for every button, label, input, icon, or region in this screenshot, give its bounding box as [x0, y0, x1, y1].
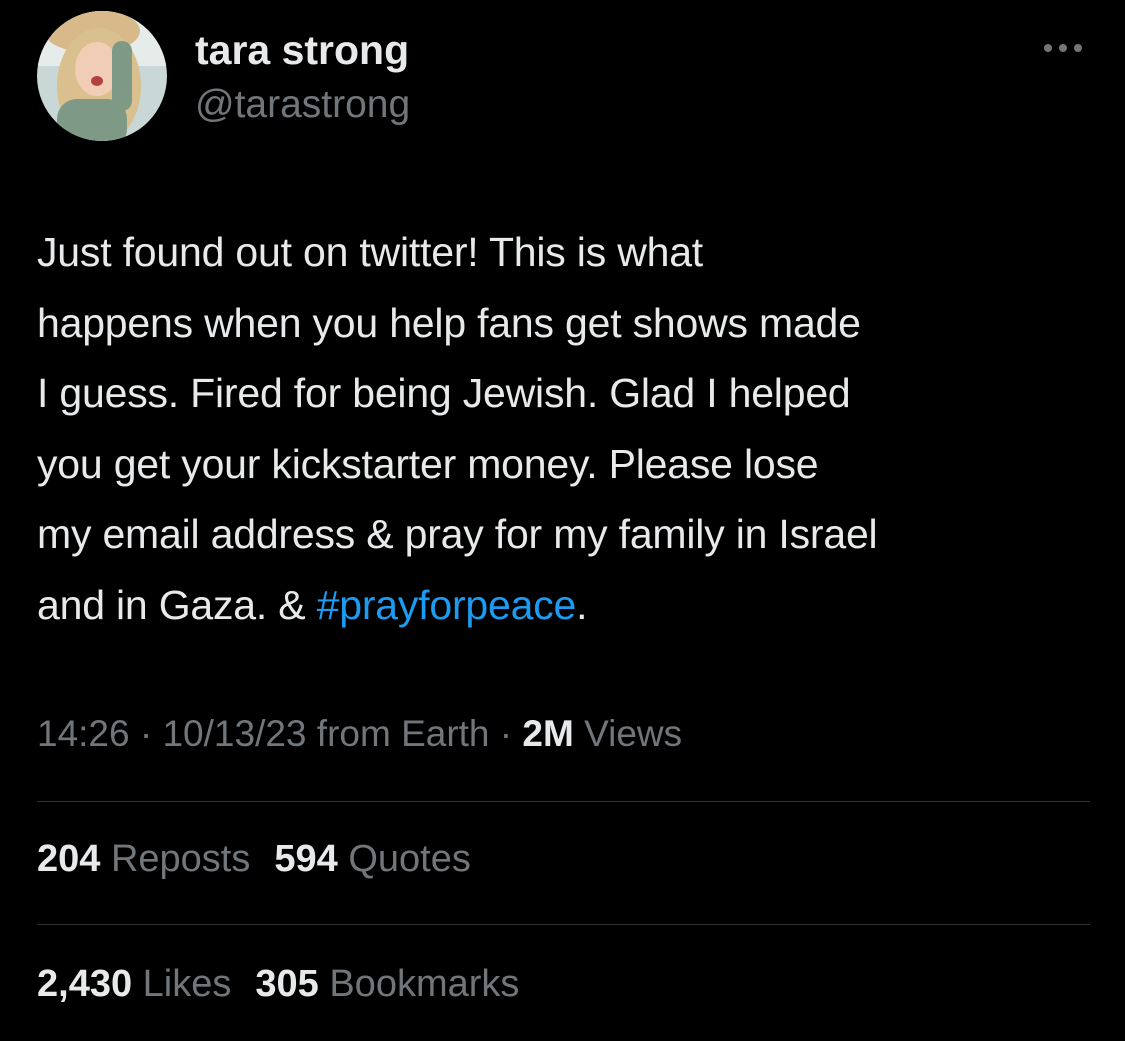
meta-separator: ·	[489, 713, 523, 754]
avatar-image	[37, 11, 167, 141]
tweet-body: Just found out on twitter! This is what …	[37, 229, 878, 628]
tweet-source: from Earth	[306, 713, 490, 754]
display-name[interactable]: tara strong	[195, 27, 409, 74]
tweet-time[interactable]: 14:26	[37, 713, 130, 754]
tweet: tara strong @tarastrong Just found out o…	[0, 0, 1125, 1041]
reposts-count: 204	[37, 838, 101, 880]
divider	[37, 801, 1090, 802]
bookmarks-label: Bookmarks	[318, 963, 520, 1005]
reposts-stat[interactable]: 204 Reposts	[37, 838, 250, 881]
bookmarks-count: 305	[255, 963, 319, 1005]
quotes-count: 594	[274, 838, 338, 880]
divider	[37, 924, 1090, 925]
quotes-stat[interactable]: 594 Quotes	[274, 838, 470, 881]
likes-stat[interactable]: 2,430 Likes	[37, 963, 231, 1006]
engagement-row-1: 204 Reposts 594 Quotes	[37, 838, 495, 881]
bookmarks-stat[interactable]: 305 Bookmarks	[255, 963, 519, 1006]
more-horizontal-icon	[1044, 44, 1082, 52]
more-options-button[interactable]	[1040, 30, 1086, 66]
quotes-label: Quotes	[337, 838, 471, 880]
tweet-text-end: .	[576, 581, 588, 628]
hashtag-link[interactable]: #prayforpeace	[317, 582, 577, 628]
likes-label: Likes	[132, 963, 232, 1005]
engagement-row-2: 2,430 Likes 305 Bookmarks	[37, 963, 543, 1006]
reposts-label: Reposts	[100, 838, 251, 880]
meta-separator: ·	[129, 713, 163, 754]
views-label: Views	[573, 713, 683, 754]
tweet-date[interactable]: 10/13/23	[162, 713, 306, 754]
user-handle[interactable]: @tarastrong	[195, 83, 410, 127]
tweet-metadata: 14:26 · 10/13/23 from Earth · 2M Views	[37, 713, 682, 755]
avatar[interactable]	[37, 11, 167, 141]
likes-count: 2,430	[37, 963, 133, 1005]
views-count: 2M	[522, 713, 574, 754]
tweet-text: Just found out on twitter! This is what …	[37, 217, 1102, 640]
